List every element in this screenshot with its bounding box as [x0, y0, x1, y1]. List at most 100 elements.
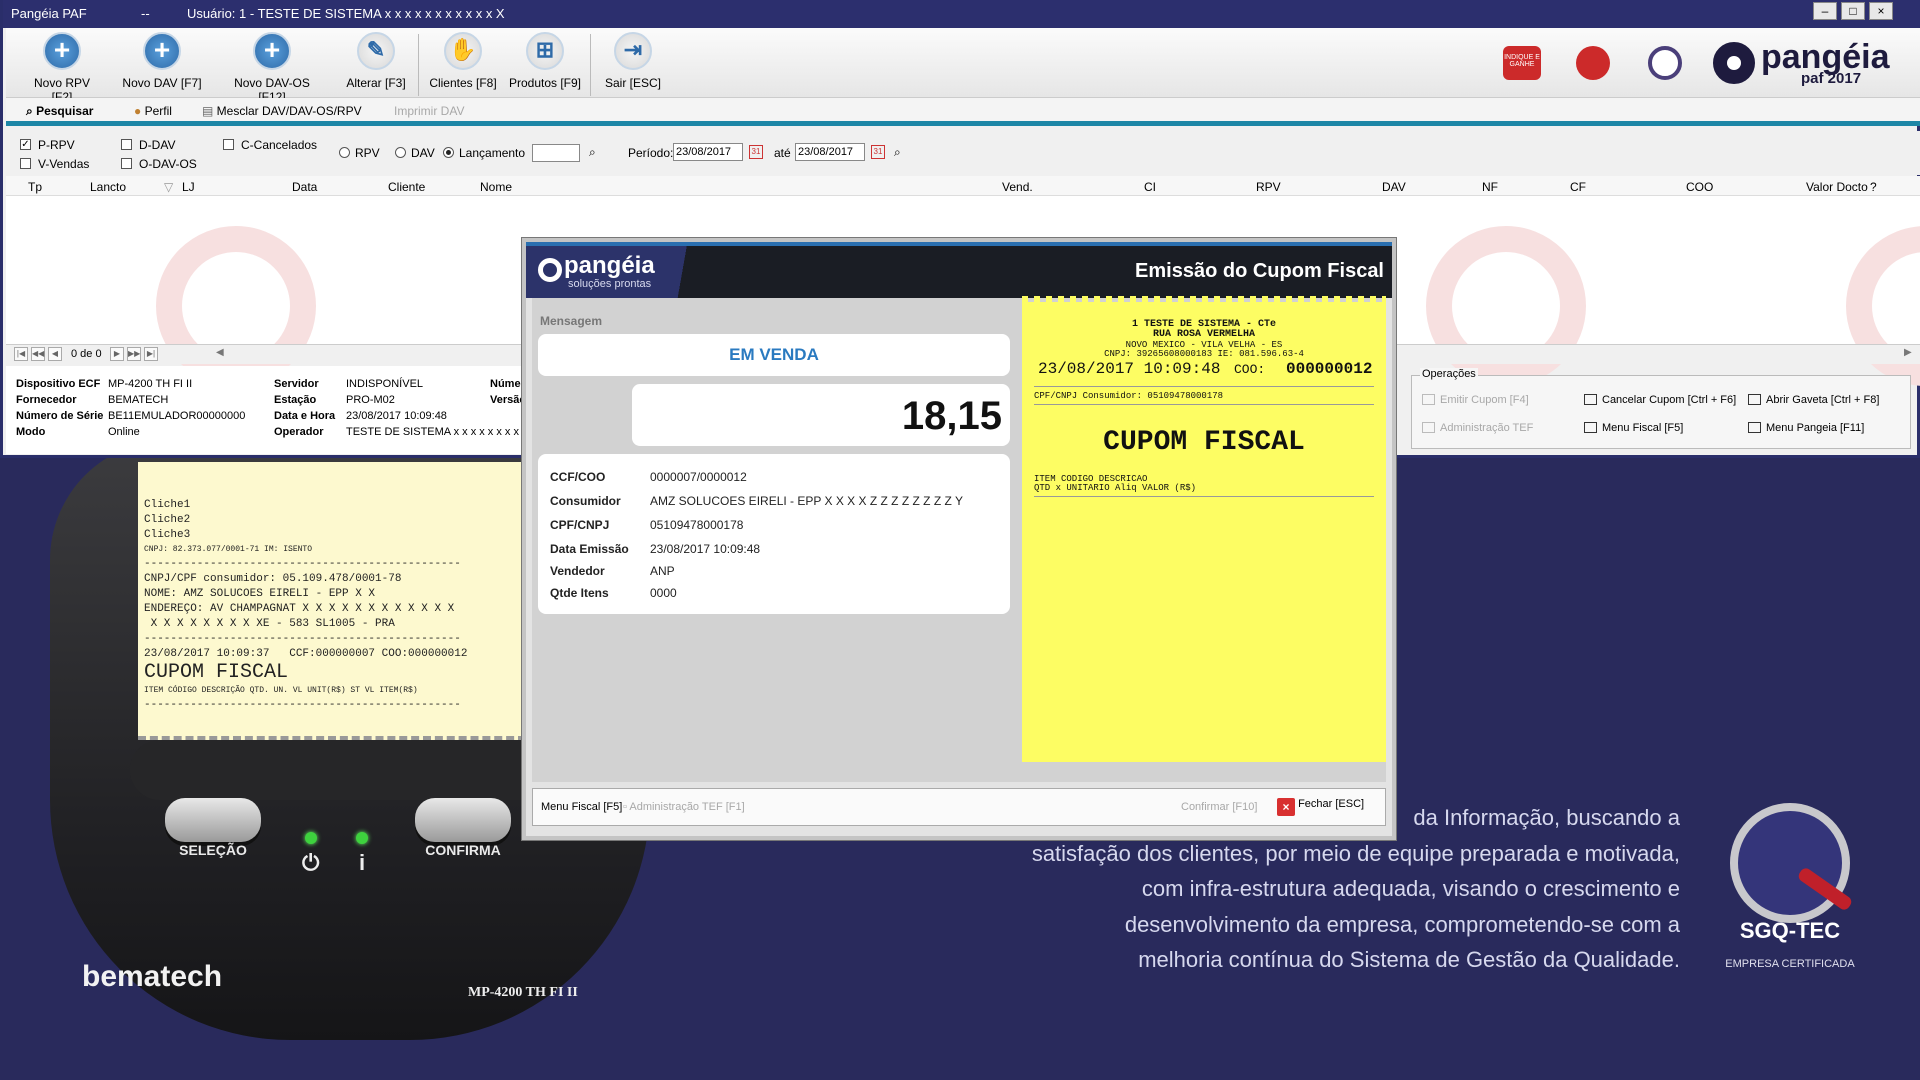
pencil-icon: ✎ — [357, 32, 395, 70]
prev-record-icon[interactable]: ◀ — [48, 347, 62, 361]
paper-line: Cliche3 — [144, 529, 191, 541]
fechar-label: Fechar [ESC] — [1298, 798, 1365, 810]
operador-label: Operador — [274, 426, 324, 438]
paper-line: ITEM CÓDIGO DESCRIÇÃO QTD. UN. VL UNIT(R… — [144, 686, 418, 695]
col-help[interactable]: ? — [1870, 180, 1877, 194]
receipt-datetime: 23/08/2017 10:09:48 — [1038, 360, 1221, 378]
produtos-button[interactable]: ⊞ Produtos [F9] — [508, 32, 582, 90]
v-vendas-label: V-Vendas — [38, 157, 90, 171]
toolbar-label: Clientes [F8] — [429, 76, 497, 90]
novo-dav-os-button[interactable]: + Novo DAV-OS [F12] — [220, 32, 324, 104]
pangeia-logo-version: paf 2017 — [1801, 70, 1862, 87]
p-rpv-checkbox[interactable]: ✓ — [20, 139, 31, 150]
mesclar-label: Mesclar DAV/DAV-OS/RPV — [216, 104, 362, 118]
calendar-to-icon[interactable]: 31 — [871, 145, 885, 159]
abrir-gaveta-button[interactable]: Abrir Gaveta [Ctrl + F8] — [1748, 394, 1879, 406]
date-to-input[interactable]: 23/08/2017 — [795, 143, 865, 161]
col-vend[interactable]: Vend. — [1002, 180, 1033, 194]
fechar-button[interactable]: × Fechar [ESC] — [1277, 798, 1364, 816]
total-value: 18,15 — [632, 384, 1010, 446]
next-record-icon[interactable]: ▶ — [110, 347, 124, 361]
fornecedor-label: Fornecedor — [16, 394, 77, 406]
menu-pangeia-button[interactable]: Menu Pangeia [F11] — [1748, 422, 1864, 434]
support-headset-icon[interactable] — [1648, 46, 1682, 80]
mesclar-button[interactable]: ▤ Mesclar DAV/DAV-OS/RPV — [202, 104, 362, 118]
perfil-button[interactable]: ● Perfil — [134, 104, 172, 118]
indique-ganhe-badge[interactable]: INDIQUE E GANHE — [1503, 46, 1541, 80]
col-valor-docto[interactable]: Valor Docto — [1806, 180, 1868, 194]
col-lancto[interactable]: Lancto — [90, 180, 126, 194]
menu-fiscal-label: Menu Fiscal [F5] — [1602, 422, 1684, 434]
vendedor-label: Vendedor — [550, 564, 605, 578]
col-nome[interactable]: Nome — [480, 180, 512, 194]
col-tp[interactable]: Tp — [28, 180, 42, 194]
info-icon: i — [359, 850, 366, 875]
pangeia-red-icon[interactable] — [1576, 46, 1610, 80]
printer-confirma-button — [415, 798, 511, 842]
window-user-label: Usuário: 1 - TESTE DE SISTEMA x x x x x … — [187, 6, 505, 21]
c-cancelados-checkbox[interactable] — [223, 139, 234, 150]
last-record-icon[interactable]: ▶| — [144, 347, 158, 361]
grid-icon — [1584, 422, 1597, 433]
o-dav-os-label: O-DAV-OS — [139, 157, 197, 171]
lancamento-radio[interactable] — [443, 147, 454, 158]
rpv-radio[interactable] — [339, 147, 350, 158]
emitir-cupom-button[interactable]: Emitir Cupom [F4] — [1422, 394, 1529, 406]
next-page-icon[interactable]: ▶▶ — [127, 347, 141, 361]
col-cf[interactable]: CF — [1570, 180, 1586, 194]
maximize-icon[interactable]: □ — [1841, 2, 1865, 20]
search-lancamento-icon[interactable]: ⌕ — [589, 145, 596, 160]
cancelar-cupom-button[interactable]: Cancelar Cupom [Ctrl + F6] — [1584, 394, 1736, 406]
scroll-right-icon[interactable]: ▶ — [1904, 347, 1912, 358]
minimize-icon[interactable]: – — [1813, 2, 1837, 20]
sale-info-box: CCF/COO 0000007/0000012 Consumidor AMZ S… — [538, 454, 1010, 614]
admin-tef-footer-label: Administração TEF [F1] — [629, 801, 745, 813]
first-record-icon[interactable]: |◀ — [14, 347, 28, 361]
novo-rpv-button[interactable]: + Novo RPV [F2] — [22, 32, 102, 104]
admin-tef-button[interactable]: Administração TEF — [1422, 422, 1533, 434]
estacao-label: Estação — [274, 394, 317, 406]
col-rpv[interactable]: RPV — [1256, 180, 1281, 194]
dispositivo-value: MP-4200 TH FI II — [108, 378, 193, 390]
alterar-button[interactable]: ✎ Alterar [F3] — [342, 32, 410, 90]
printer-selecao-label: SELEÇÃO — [179, 842, 247, 858]
receipt-coo: 000000012 — [1286, 360, 1373, 378]
search-period-icon[interactable]: ⌕ — [894, 145, 901, 160]
col-dav[interactable]: DAV — [1382, 180, 1406, 194]
sgq-tec-logo: SGQ-TEC EMPRESA CERTIFICADA — [1715, 800, 1865, 980]
v-vendas-checkbox[interactable] — [20, 158, 31, 169]
menu-fiscal-footer-button[interactable]: Menu Fiscal [F5] — [541, 801, 622, 813]
col-cliente[interactable]: Cliente — [388, 180, 425, 194]
sair-button[interactable]: ⇥ Sair [ESC] — [600, 32, 666, 90]
scroll-left-icon[interactable]: ◀ — [216, 347, 224, 358]
confirmar-button[interactable]: Confirmar [F10] — [1181, 801, 1257, 813]
imprimir-dav-button[interactable]: Imprimir DAV — [394, 104, 464, 118]
col-lj[interactable]: LJ — [182, 180, 195, 194]
o-dav-os-checkbox[interactable] — [121, 158, 132, 169]
consumidor-value: AMZ SOLUCOES EIRELI - EPP X X X X Z Z Z … — [650, 494, 963, 508]
prev-page-icon[interactable]: ◀◀ — [31, 347, 45, 361]
lancamento-input[interactable] — [532, 144, 580, 162]
clientes-button[interactable]: ✋ Clientes [F8] — [428, 32, 498, 90]
dav-radio[interactable] — [395, 147, 406, 158]
menu-fiscal-button[interactable]: Menu Fiscal [F5] — [1584, 422, 1683, 434]
col-coo[interactable]: COO — [1686, 180, 1713, 194]
power-led — [305, 832, 317, 844]
novo-dav-button[interactable]: + Novo DAV [F7] — [122, 32, 202, 90]
col-data[interactable]: Data — [292, 180, 317, 194]
col-ci[interactable]: CI — [1144, 180, 1156, 194]
sub-toolbar: ⌕ Pesquisar ● Perfil ▤ Mesclar DAV/DAV-O… — [6, 98, 1920, 126]
receipt-title: CUPOM FISCAL — [1103, 427, 1305, 458]
pesquisar-button[interactable]: ⌕ Pesquisar — [26, 104, 93, 119]
admin-tef-footer-button[interactable]: ▫ Administração TEF [F1] — [623, 801, 745, 813]
pangeia-logo-icon — [538, 258, 562, 282]
datahora-label: Data e Hora — [274, 410, 336, 422]
date-from-input[interactable]: 23/08/2017 — [673, 143, 743, 161]
modo-value: Online — [108, 426, 140, 438]
col-nf[interactable]: NF — [1482, 180, 1498, 194]
d-dav-checkbox[interactable] — [121, 139, 132, 150]
close-icon[interactable]: × — [1869, 2, 1893, 20]
bematech-logo: bematech — [82, 960, 223, 993]
serie-label: Número de Série — [16, 410, 104, 422]
calendar-from-icon[interactable]: 31 — [749, 145, 763, 159]
